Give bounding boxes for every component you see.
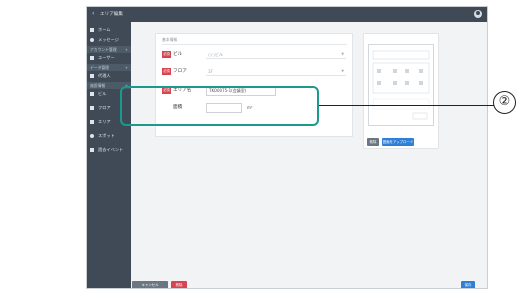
message-icon	[90, 37, 94, 42]
floor-select[interactable]: 1F ▼	[206, 67, 346, 76]
sidebar-item-label: ユーザー	[98, 55, 115, 60]
floor-map-panel: 削除 図面をアップロード	[363, 33, 439, 149]
sidebar-item-event[interactable]: 過去イベント	[90, 146, 130, 154]
sidebar-item-agent[interactable]: 代理人	[90, 72, 130, 80]
section-divider	[162, 44, 347, 45]
floor-plan-drawing	[372, 50, 430, 120]
building-icon	[90, 91, 94, 96]
callout-leader-line	[319, 105, 496, 106]
user-icon[interactable]	[474, 10, 482, 18]
delete-button[interactable]: 削除	[171, 281, 187, 288]
spot-icon	[90, 133, 94, 138]
sidebar-section-label: アカウント管理	[90, 47, 117, 52]
floor-select-value: 1F	[208, 69, 213, 74]
required-badge: 必須	[162, 68, 171, 75]
sidebar-item-user[interactable]: ユーザー	[90, 54, 130, 62]
sidebar: ホーム メッセージ アカウント管理 + ユーザー データ管理 + 代理人 施設情報 +…	[87, 22, 131, 288]
sidebar-section-account[interactable]: アカウント管理 +	[87, 46, 131, 53]
sidebar-item-label: 代理人	[98, 73, 111, 78]
building-select[interactable]: ○○ビル ▼	[206, 50, 346, 59]
building-select-value: ○○ビル	[208, 52, 223, 57]
home-icon	[90, 27, 94, 32]
page-title: エリア編集	[100, 12, 123, 17]
floor-label: フロア	[173, 69, 187, 74]
sidebar-item-label: 過去イベント	[98, 147, 124, 152]
required-badge: 必須	[162, 51, 171, 58]
plus-icon: +	[124, 65, 128, 70]
sidebar-item-home[interactable]: ホーム	[90, 26, 130, 34]
sidebar-item-spot[interactable]: スポット	[90, 132, 130, 140]
floor-icon	[90, 105, 94, 110]
sidebar-item-message[interactable]: メッセージ	[90, 36, 130, 44]
chevron-down-icon: ▼	[341, 52, 344, 56]
floor-map-image[interactable]	[368, 44, 434, 126]
floor-row: 必須 フロア 1F ▼	[162, 67, 350, 76]
sidebar-section-label: 施設情報	[90, 83, 106, 88]
sidebar-section-label: データ管理	[90, 65, 109, 70]
building-label: ビル	[173, 52, 183, 57]
map-upload-button[interactable]: 図面をアップロード	[382, 138, 414, 146]
callout-highlight-box	[120, 86, 319, 126]
screenshot-frame: ‹ エリア編集 ホーム メッセージ アカウント管理 + ユーザー データ管理 + 代…	[0, 0, 524, 295]
sidebar-item-label: フロア	[98, 105, 111, 110]
cancel-button[interactable]: キャンセル	[132, 281, 168, 288]
building-row: 必須 ビル ○○ビル ▼	[162, 50, 350, 59]
sidebar-item-label: ビル	[98, 91, 107, 96]
plus-icon: +	[124, 47, 128, 52]
sidebar-item-label: スポット	[98, 133, 115, 138]
top-bar: ‹ エリア編集	[87, 7, 487, 22]
user-icon	[90, 55, 94, 60]
app-window: ‹ エリア編集 ホーム メッセージ アカウント管理 + ユーザー データ管理 + 代…	[86, 6, 488, 289]
agent-icon	[90, 73, 94, 78]
map-delete-button[interactable]: 削除	[367, 138, 379, 146]
area-icon	[90, 119, 94, 124]
chevron-left-icon[interactable]: ‹	[92, 10, 94, 18]
sidebar-section-data[interactable]: データ管理 +	[87, 64, 131, 71]
sidebar-item-label: メッセージ	[98, 37, 119, 42]
section-label: 基本情報	[162, 37, 178, 42]
callout-number-badge: ②	[493, 91, 516, 114]
event-icon	[90, 147, 94, 152]
sidebar-item-label: ホーム	[98, 27, 111, 32]
main-content: 基本情報 必須 ビル ○○ビル ▼ 必須 フロア 1F ▼ 必須 エリア名 TKO0…	[131, 22, 487, 288]
chevron-down-icon: ▼	[341, 69, 344, 73]
sidebar-item-label: エリア	[98, 119, 111, 124]
save-button[interactable]: 保存	[461, 281, 475, 288]
